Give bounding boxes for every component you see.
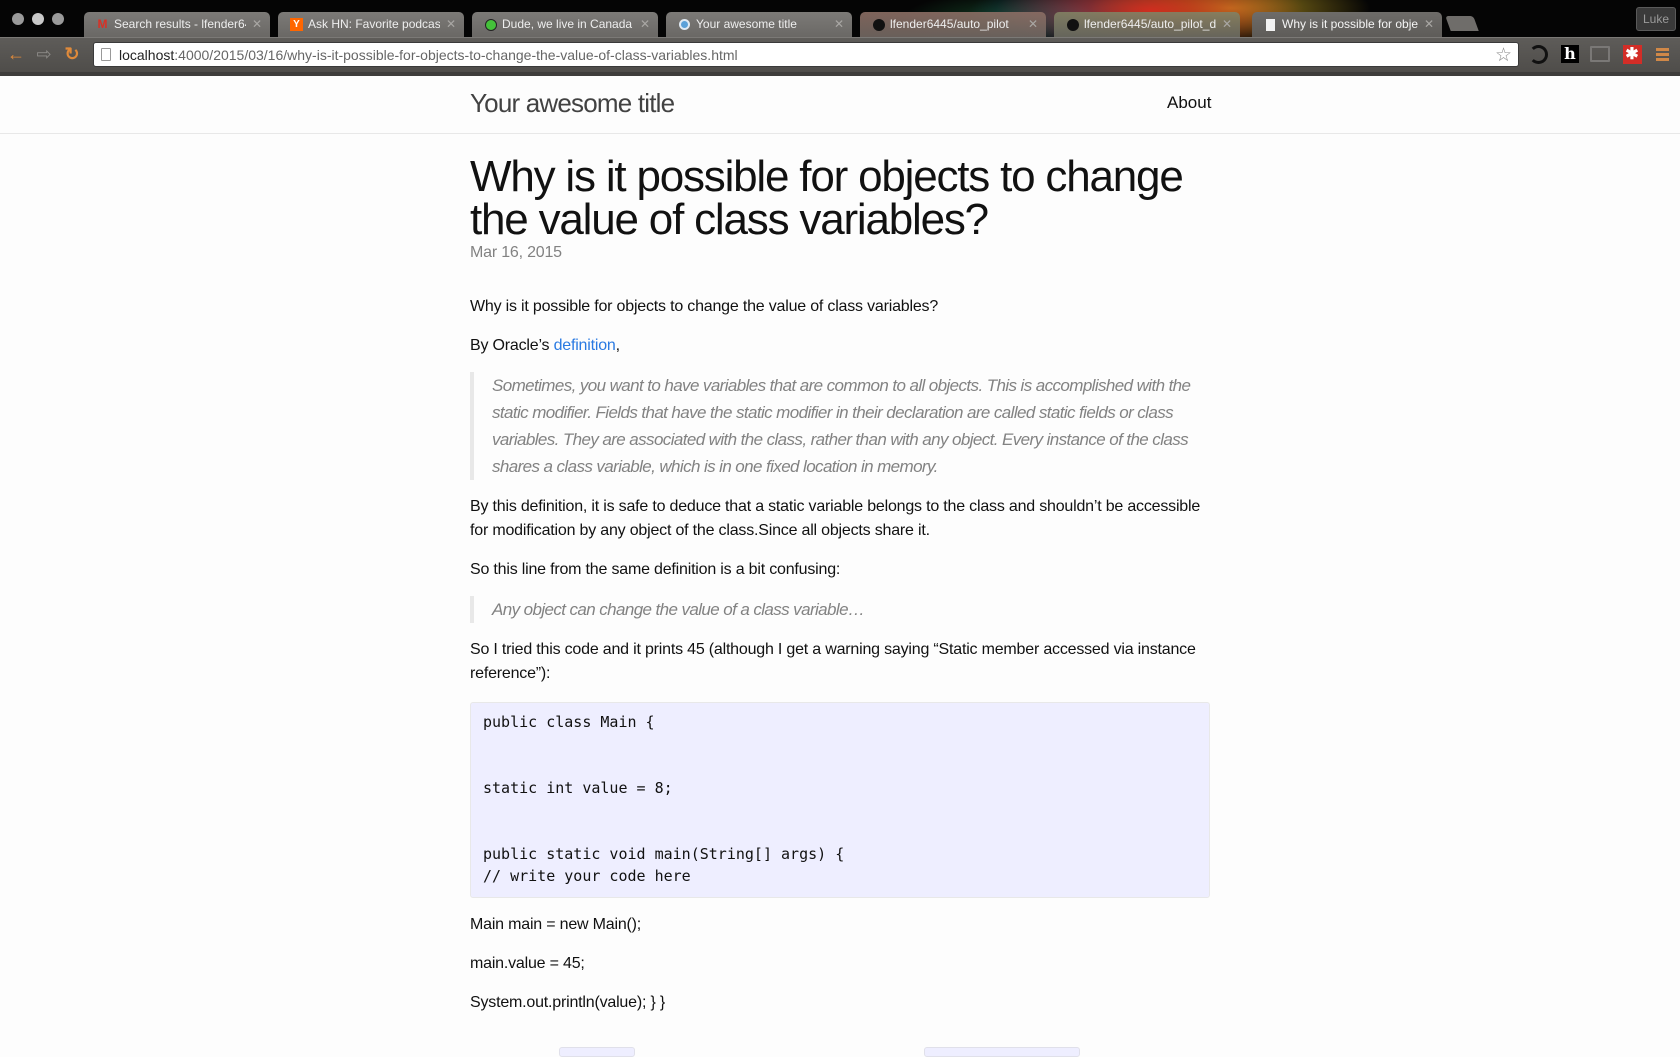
- reload-button[interactable]: ↻: [62, 44, 82, 64]
- post-title: Why is it possible for objects to change…: [470, 152, 1184, 244]
- browser-titlebar: M Search results - lfender6445 ✕ Y Ask H…: [0, 0, 1680, 37]
- site-header: Your awesome title About: [0, 76, 1680, 134]
- gmail-icon: M: [97, 17, 108, 31]
- menu-icon[interactable]: [1652, 44, 1672, 64]
- post-code-line: main.value = 45;: [470, 955, 585, 972]
- sync-icon[interactable]: [1528, 44, 1548, 64]
- close-window-button[interactable]: [12, 13, 24, 25]
- new-tab-button[interactable]: [1445, 16, 1479, 31]
- oracle-definition-line: By Oracle’s definition,: [470, 337, 620, 354]
- url-host: localhost: [119, 46, 175, 63]
- post: Why is it possible for objects to change…: [470, 155, 1210, 1015]
- eye-icon: [678, 18, 691, 31]
- forward-button[interactable]: ⇨: [34, 44, 54, 64]
- tab-auto-pilot[interactable]: lfender6445/auto_pilot ✕: [860, 12, 1046, 37]
- inline-code-snippet: [924, 1047, 1080, 1057]
- hackernews-icon: Y: [290, 18, 303, 31]
- close-tab-icon[interactable]: ✕: [640, 12, 650, 37]
- close-tab-icon[interactable]: ✕: [1424, 12, 1434, 37]
- post-intro: Why is it possible for objects to change…: [470, 298, 939, 315]
- post-code-line: System.out.println(value); } }: [470, 994, 665, 1011]
- post-date: Mar 16, 2015: [470, 244, 562, 261]
- code-block: public class Main { static int value = 8…: [470, 702, 1210, 898]
- site-title-link[interactable]: Your awesome title: [470, 88, 675, 119]
- post-paragraph: By this definition, it is safe to deduce…: [470, 498, 1201, 539]
- tab-why-is-it-possible[interactable]: Why is it possible for objects ✕: [1252, 12, 1442, 37]
- close-tab-icon[interactable]: ✕: [252, 12, 262, 37]
- github-icon: [1066, 18, 1079, 31]
- tab-gmail-search[interactable]: M Search results - lfender6445 ✕: [84, 12, 270, 37]
- tab-your-awesome-title[interactable]: Your awesome title ✕: [666, 12, 852, 37]
- lastpass-icon[interactable]: ✱: [1622, 44, 1642, 64]
- oracle-quote: Sometimes, you want to have variables th…: [470, 372, 1210, 480]
- h-extension-icon[interactable]: h: [1560, 44, 1580, 64]
- post-code-line: Main main = new Main();: [470, 916, 642, 933]
- cast-icon[interactable]: [1590, 44, 1610, 64]
- tab-dude-canada[interactable]: Dude, we live in Canada - | ✕: [472, 12, 658, 37]
- github-icon: [872, 18, 885, 31]
- profile-button[interactable]: Luke: [1636, 7, 1676, 31]
- inline-code-snippet: [559, 1047, 635, 1057]
- tab-auto-pilot-demo[interactable]: lfender6445/auto_pilot_demo ✕: [1054, 12, 1240, 37]
- back-button[interactable]: ←: [6, 44, 26, 64]
- tab-ask-hn[interactable]: Y Ask HN: Favorite podcasts? ✕: [278, 12, 464, 37]
- post-paragraph: So I tried this code and it prints 45 (a…: [470, 641, 1196, 682]
- close-tab-icon[interactable]: ✕: [446, 12, 456, 37]
- page-icon: [1264, 18, 1277, 31]
- zoom-window-button[interactable]: [52, 13, 64, 25]
- close-tab-icon[interactable]: ✕: [1028, 12, 1038, 37]
- minimize-window-button[interactable]: [32, 13, 44, 25]
- close-tab-icon[interactable]: ✕: [834, 12, 844, 37]
- green-dot-icon: [484, 18, 497, 31]
- browser-toolbar: ← ⇨ ↻ localhost:4000/2015/03/16/why-is-i…: [0, 37, 1680, 72]
- page-info-icon[interactable]: [101, 48, 111, 61]
- close-tab-icon[interactable]: ✕: [1222, 12, 1232, 37]
- nav-about-link[interactable]: About: [1167, 93, 1211, 113]
- bookmark-star-icon[interactable]: ☆: [1495, 44, 1512, 67]
- url-path: :4000/2015/03/16/why-is-it-possible-for-…: [174, 46, 738, 63]
- confusing-quote: Any object can change the value of a cla…: [470, 596, 1210, 623]
- definition-link[interactable]: definition: [554, 337, 616, 354]
- post-paragraph: So this line from the same definition is…: [470, 561, 841, 578]
- address-bar[interactable]: localhost:4000/2015/03/16/why-is-it-poss…: [93, 42, 1519, 67]
